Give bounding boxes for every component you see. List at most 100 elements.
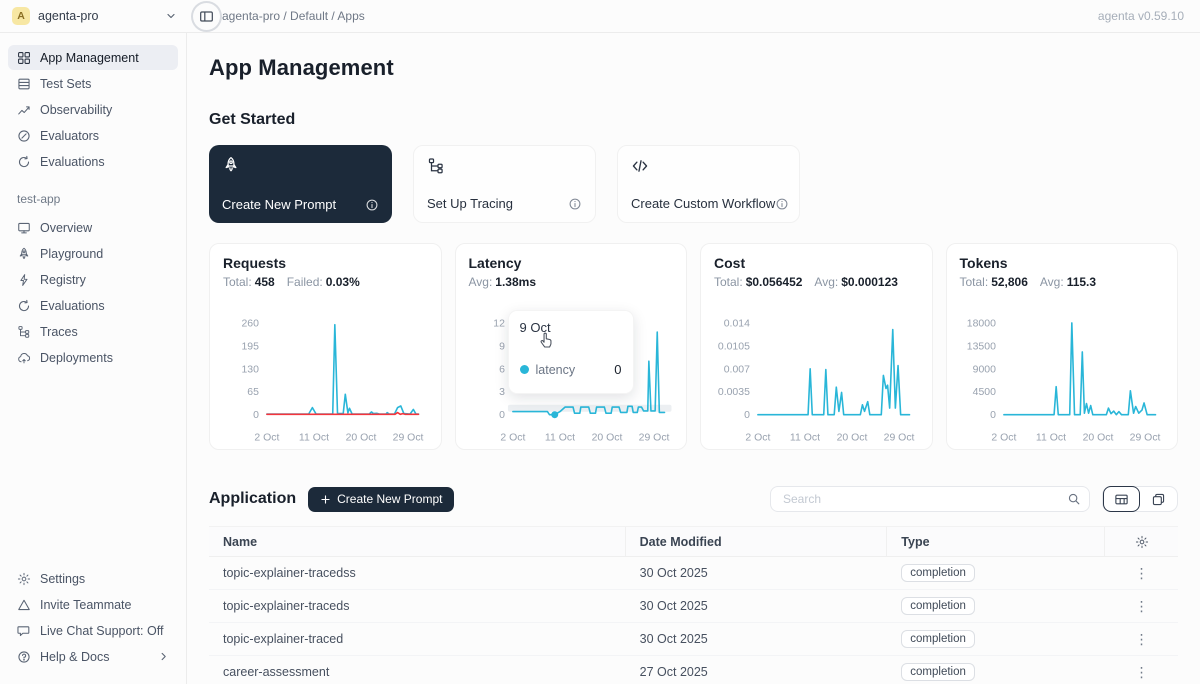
- requests-chart[interactable]: 0651301952602 Oct11 Oct20 Oct29 Oct: [223, 295, 428, 445]
- cloud-icon: [17, 351, 31, 365]
- table-row[interactable]: topic-explainer-traceds 30 Oct 2025 comp…: [209, 590, 1178, 623]
- app-name[interactable]: career-assessment: [209, 665, 626, 679]
- card-view-button[interactable]: [1140, 486, 1177, 512]
- type-badge: completion: [901, 564, 975, 582]
- main-content: App Management Get Started Create New Pr…: [187, 33, 1200, 684]
- sidebar: App Management Test Sets Observability E…: [0, 33, 187, 684]
- app-name[interactable]: topic-explainer-traceds: [209, 599, 626, 613]
- svg-text:12: 12: [493, 318, 505, 329]
- app-date-modified: 30 Oct 2025: [626, 599, 888, 613]
- breadcrumb[interactable]: agenta-pro / Default / Apps: [222, 9, 365, 23]
- series-dot: [520, 365, 529, 374]
- requests-chart-card: Requests Total:458 Failed:0.03% 06513019…: [209, 243, 442, 450]
- sidebar-item-registry[interactable]: Registry: [8, 267, 178, 292]
- header-date-modified[interactable]: Date Modified: [626, 527, 888, 556]
- application-header-row: Application Create New Prompt: [209, 486, 1178, 512]
- gauge-icon: [17, 129, 31, 143]
- tokens-chart[interactable]: 04500900013500180002 Oct11 Oct20 Oct29 O…: [960, 295, 1165, 445]
- svg-text:2 Oct: 2 Oct: [254, 433, 279, 444]
- sidebar-item-evaluators[interactable]: Evaluators: [8, 123, 178, 148]
- sidebar-item-label: Help & Docs: [40, 650, 109, 664]
- svg-text:20 Oct: 20 Oct: [591, 433, 622, 444]
- info-icon[interactable]: [775, 197, 789, 211]
- svg-text:11 Oct: 11 Oct: [790, 433, 820, 444]
- svg-text:29 Oct: 29 Oct: [393, 433, 424, 444]
- app-name[interactable]: topic-explainer-tracedss: [209, 566, 626, 580]
- create-new-prompt-button[interactable]: Create New Prompt: [308, 487, 454, 512]
- sidebar-item-invite-teammate[interactable]: Invite Teammate: [8, 592, 178, 617]
- svg-text:9: 9: [499, 341, 505, 352]
- svg-text:20 Oct: 20 Oct: [837, 433, 868, 444]
- top-bar: A agenta-pro agenta-pro / Default / Apps…: [0, 0, 1200, 33]
- sidebar-item-evaluations-project[interactable]: Evaluations: [8, 293, 178, 318]
- sidebar-item-playground[interactable]: Playground: [8, 241, 178, 266]
- tooltip-value: 0: [614, 362, 621, 377]
- svg-text:0: 0: [744, 410, 750, 421]
- chart-stats: Avg:1.38ms: [469, 275, 674, 289]
- sidebar-item-traces[interactable]: Traces: [8, 319, 178, 344]
- sidebar-item-overview[interactable]: Overview: [8, 215, 178, 240]
- sidebar-item-label: Observability: [40, 103, 112, 117]
- svg-text:0: 0: [253, 410, 259, 421]
- chart-tooltip: 9 Oct latency 0: [508, 310, 634, 394]
- sidebar-item-label: Deployments: [40, 351, 113, 365]
- chevron-down-icon: [165, 10, 177, 22]
- cost-chart[interactable]: 00.00350.0070.01050.0142 Oct11 Oct20 Oct…: [714, 295, 919, 445]
- info-icon[interactable]: [568, 197, 582, 211]
- sidebar-item-help-docs[interactable]: Help & Docs: [8, 644, 178, 669]
- svg-text:29 Oct: 29 Oct: [1129, 433, 1160, 444]
- app-date-modified: 30 Oct 2025: [626, 632, 888, 646]
- kebab-menu-icon[interactable]: ⋮: [1129, 631, 1155, 648]
- app-version: agenta v0.59.10: [1098, 9, 1200, 23]
- table-settings-gear-icon[interactable]: [1135, 535, 1149, 549]
- table-row[interactable]: topic-explainer-traced 30 Oct 2025 compl…: [209, 623, 1178, 656]
- sidebar-item-label: Settings: [40, 572, 85, 586]
- table-view-button[interactable]: [1103, 486, 1140, 512]
- set-up-tracing-card[interactable]: Set Up Tracing: [413, 145, 596, 223]
- kebab-menu-icon[interactable]: ⋮: [1129, 565, 1155, 582]
- create-custom-workflow-card[interactable]: Create Custom Workflow: [617, 145, 800, 223]
- sidebar-item-evaluations[interactable]: Evaluations: [8, 149, 178, 174]
- create-new-prompt-card[interactable]: Create New Prompt: [209, 145, 392, 223]
- chart-title: Requests: [223, 255, 428, 271]
- svg-text:130: 130: [241, 364, 259, 375]
- svg-text:3: 3: [499, 387, 505, 398]
- svg-text:0.014: 0.014: [724, 318, 750, 329]
- sidebar-item-observability[interactable]: Observability: [8, 97, 178, 122]
- app-name[interactable]: topic-explainer-traced: [209, 632, 626, 646]
- svg-text:0.0105: 0.0105: [718, 341, 750, 352]
- svg-text:2 Oct: 2 Oct: [745, 433, 770, 444]
- kebab-menu-icon[interactable]: ⋮: [1129, 598, 1155, 615]
- card-label: Set Up Tracing: [427, 196, 513, 211]
- sidebar-item-app-management[interactable]: App Management: [8, 45, 178, 70]
- sidebar-item-live-chat-support[interactable]: Live Chat Support: Off: [8, 618, 178, 643]
- sidebar-item-test-sets[interactable]: Test Sets: [8, 71, 178, 96]
- bolt-icon: [17, 273, 31, 287]
- search-input[interactable]: [781, 491, 1067, 507]
- type-badge: completion: [901, 663, 975, 681]
- tree-icon: [427, 157, 582, 175]
- svg-text:9000: 9000: [972, 364, 995, 375]
- sidebar-toggle-button[interactable]: [193, 3, 220, 30]
- search-box: [770, 486, 1090, 512]
- panel-icon: [199, 9, 214, 24]
- table-view-icon: [1114, 492, 1129, 507]
- table-row[interactable]: topic-explainer-tracedss 30 Oct 2025 com…: [209, 557, 1178, 590]
- info-icon[interactable]: [365, 198, 379, 212]
- header-type[interactable]: Type: [887, 527, 1105, 556]
- sidebar-item-deployments[interactable]: Deployments: [8, 345, 178, 370]
- metrics-row: Requests Total:458 Failed:0.03% 06513019…: [209, 243, 1178, 450]
- sidebar-item-settings[interactable]: Settings: [8, 566, 178, 591]
- tooltip-date: 9 Oct: [520, 320, 622, 335]
- search-icon[interactable]: [1067, 492, 1081, 506]
- refresh-circle-icon: [17, 299, 31, 313]
- chart-stats: Total:52,806 Avg:115.3: [960, 275, 1165, 289]
- gear-icon: [17, 572, 31, 586]
- sidebar-item-label: Evaluations: [40, 299, 105, 313]
- workspace-switcher[interactable]: A agenta-pro: [0, 7, 187, 25]
- table-row[interactable]: career-assessment 27 Oct 2025 completion…: [209, 656, 1178, 684]
- type-badge: completion: [901, 597, 975, 615]
- sidebar-item-label: Traces: [40, 325, 78, 339]
- header-name[interactable]: Name: [209, 527, 626, 556]
- kebab-menu-icon[interactable]: ⋮: [1129, 664, 1155, 681]
